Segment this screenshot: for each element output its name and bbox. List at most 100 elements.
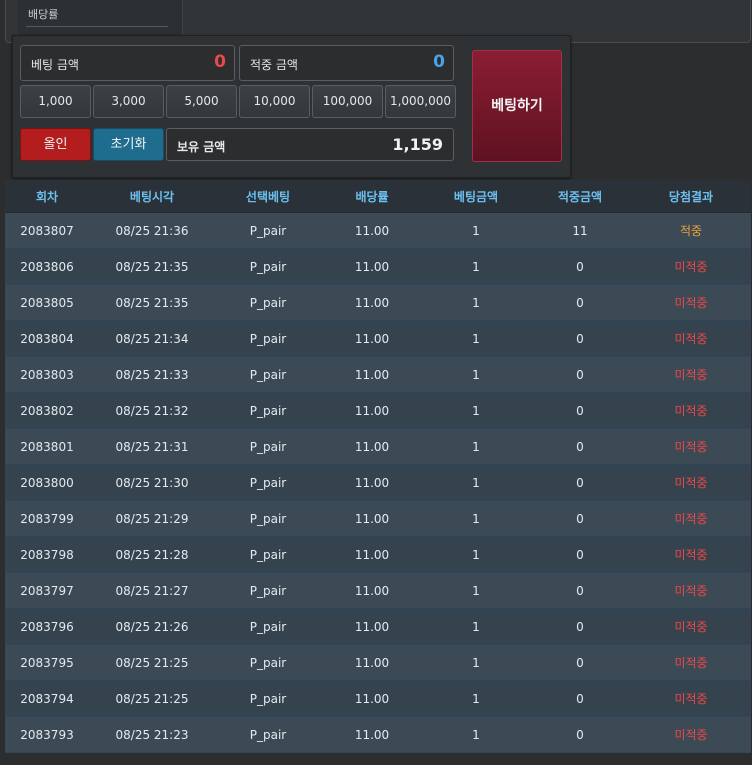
header-bet-time: 베팅시각 (89, 180, 215, 213)
bet-amount-cell: 1 (423, 320, 529, 357)
odds-cell: 11.00 (321, 464, 423, 501)
odds-cell: 11.00 (321, 680, 423, 717)
result-cell: 미적중 (631, 320, 751, 357)
reset-button[interactable]: 초기화 (93, 128, 164, 161)
result-cell: 미적중 (631, 248, 751, 285)
round-cell: 2083798 (5, 536, 89, 573)
bet-amount-cell: 1 (423, 356, 529, 393)
odds-cell: 11.00 (321, 608, 423, 645)
table-row: 2083799 08/25 21:29 P_pair 11.00 1 0 미적중 (5, 500, 751, 537)
bet-time-cell: 08/25 21:32 (89, 392, 215, 429)
win-amount-cell: 0 (529, 392, 631, 429)
result-cell: 미적중 (631, 716, 751, 753)
round-cell: 2083804 (5, 320, 89, 357)
bet-time-cell: 08/25 21:23 (89, 716, 215, 753)
bet-time-cell: 08/25 21:26 (89, 608, 215, 645)
odds-cell: 11.00 (321, 644, 423, 681)
bet-amount-cell: 1 (423, 608, 529, 645)
odds-cell: 11.00 (321, 572, 423, 609)
header-selected-bet: 선택베팅 (215, 180, 321, 213)
bet-time-cell: 08/25 21:28 (89, 536, 215, 573)
bet-amount-cell: 1 (423, 500, 529, 537)
holding-amount-value: 1,159 (392, 135, 443, 154)
odds-cell: 11.00 (321, 248, 423, 285)
holding-amount-box: 보유 금액 1,159 (166, 128, 454, 161)
bet-amount-value: 0 (214, 52, 226, 72)
win-amount-cell: 0 (529, 716, 631, 753)
result-cell: 미적중 (631, 392, 751, 429)
odds-cell: 11.00 (321, 212, 423, 249)
round-cell: 2083797 (5, 572, 89, 609)
bet-time-cell: 08/25 21:35 (89, 248, 215, 285)
round-cell: 2083805 (5, 284, 89, 321)
chip-100000-button[interactable]: 100,000 (312, 85, 383, 118)
win-amount-box: 적중 금액 0 (239, 45, 454, 81)
win-amount-label: 적중 금액 (250, 58, 298, 72)
bet-amount-label: 베팅 금액 (31, 58, 79, 72)
bet-amount-cell: 1 (423, 392, 529, 429)
selected-bet-cell: P_pair (215, 680, 321, 717)
selected-bet-cell: P_pair (215, 464, 321, 501)
chip-1000000-button[interactable]: 1,000,000 (385, 85, 456, 118)
win-amount-cell: 0 (529, 428, 631, 465)
selected-bet-cell: P_pair (215, 644, 321, 681)
bet-amount-cell: 1 (423, 464, 529, 501)
round-cell: 2083793 (5, 716, 89, 753)
table-row: 2083805 08/25 21:35 P_pair 11.00 1 0 미적중 (5, 284, 751, 321)
round-cell: 2083794 (5, 680, 89, 717)
bet-time-cell: 08/25 21:30 (89, 464, 215, 501)
header-result: 당첨결과 (631, 180, 751, 213)
table-row: 2083793 08/25 21:23 P_pair 11.00 1 0 미적중 (5, 716, 751, 753)
bet-amount-cell: 1 (423, 536, 529, 573)
odds-cell: 11.00 (321, 284, 423, 321)
win-amount-cell: 0 (529, 248, 631, 285)
selected-bet-cell: P_pair (215, 392, 321, 429)
bet-amount-cell: 1 (423, 428, 529, 465)
selected-bet-cell: P_pair (215, 608, 321, 645)
table-row: 2083807 08/25 21:36 P_pair 11.00 1 11 적중 (5, 212, 751, 249)
selected-bet-cell: P_pair (215, 212, 321, 249)
all-in-button[interactable]: 올인 (20, 128, 91, 161)
bet-history-table: 회차 베팅시각 선택베팅 배당률 베팅금액 적중금액 당첨결과 2083807 0… (5, 180, 751, 753)
chip-5000-button[interactable]: 5,000 (166, 85, 237, 118)
bet-time-cell: 08/25 21:25 (89, 680, 215, 717)
win-amount-cell: 0 (529, 572, 631, 609)
bet-amount-cell: 1 (423, 248, 529, 285)
odds-cell: 11.00 (321, 428, 423, 465)
odds-cell: 11.00 (321, 536, 423, 573)
header-round: 회차 (5, 180, 89, 213)
win-amount-cell: 0 (529, 500, 631, 537)
rate-underline (26, 26, 168, 27)
selected-bet-cell: P_pair (215, 428, 321, 465)
table-row: 2083806 08/25 21:35 P_pair 11.00 1 0 미적중 (5, 248, 751, 285)
selected-bet-cell: P_pair (215, 320, 321, 357)
result-cell: 미적중 (631, 644, 751, 681)
selected-bet-cell: P_pair (215, 356, 321, 393)
table-row: 2083798 08/25 21:28 P_pair 11.00 1 0 미적중 (5, 536, 751, 573)
table-body: 2083807 08/25 21:36 P_pair 11.00 1 11 적중 208380… (5, 212, 751, 753)
selected-bet-cell: P_pair (215, 248, 321, 285)
result-cell: 미적중 (631, 284, 751, 321)
selected-bet-cell: P_pair (215, 572, 321, 609)
win-amount-cell: 0 (529, 320, 631, 357)
chip-3000-button[interactable]: 3,000 (93, 85, 164, 118)
odds-cell: 11.00 (321, 356, 423, 393)
result-cell: 미적중 (631, 536, 751, 573)
place-bet-button[interactable]: 베팅하기 (472, 50, 562, 162)
chip-10000-button[interactable]: 10,000 (239, 85, 310, 118)
table-row: 2083804 08/25 21:34 P_pair 11.00 1 0 미적중 (5, 320, 751, 357)
result-cell: 미적중 (631, 464, 751, 501)
odds-cell: 11.00 (321, 716, 423, 753)
chip-1000-button[interactable]: 1,000 (20, 85, 91, 118)
odds-cell: 11.00 (321, 392, 423, 429)
selected-bet-cell: P_pair (215, 536, 321, 573)
table-row: 2083800 08/25 21:30 P_pair 11.00 1 0 미적중 (5, 464, 751, 501)
bet-time-cell: 08/25 21:35 (89, 284, 215, 321)
round-cell: 2083795 (5, 644, 89, 681)
table-header-row: 회차 베팅시각 선택베팅 배당률 베팅금액 적중금액 당첨결과 (5, 180, 751, 213)
round-cell: 2083800 (5, 464, 89, 501)
result-cell: 미적중 (631, 680, 751, 717)
round-cell: 2083802 (5, 392, 89, 429)
header-win-amount: 적중금액 (529, 180, 631, 213)
selected-bet-cell: P_pair (215, 500, 321, 537)
